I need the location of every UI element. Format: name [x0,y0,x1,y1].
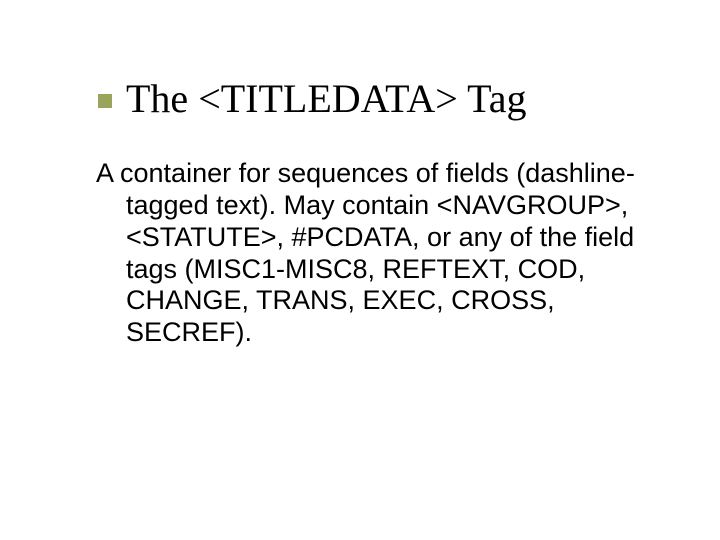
slide-title: The <TITLEDATA> Tag [126,78,527,120]
slide-body: A container for sequences of fields (das… [96,158,640,349]
slide-title-row: The <TITLEDATA> Tag [98,78,640,120]
slide: The <TITLEDATA> Tag A container for sequ… [0,0,720,540]
title-bullet-icon [98,94,112,108]
slide-body-text: A container for sequences of fields (das… [96,158,635,347]
